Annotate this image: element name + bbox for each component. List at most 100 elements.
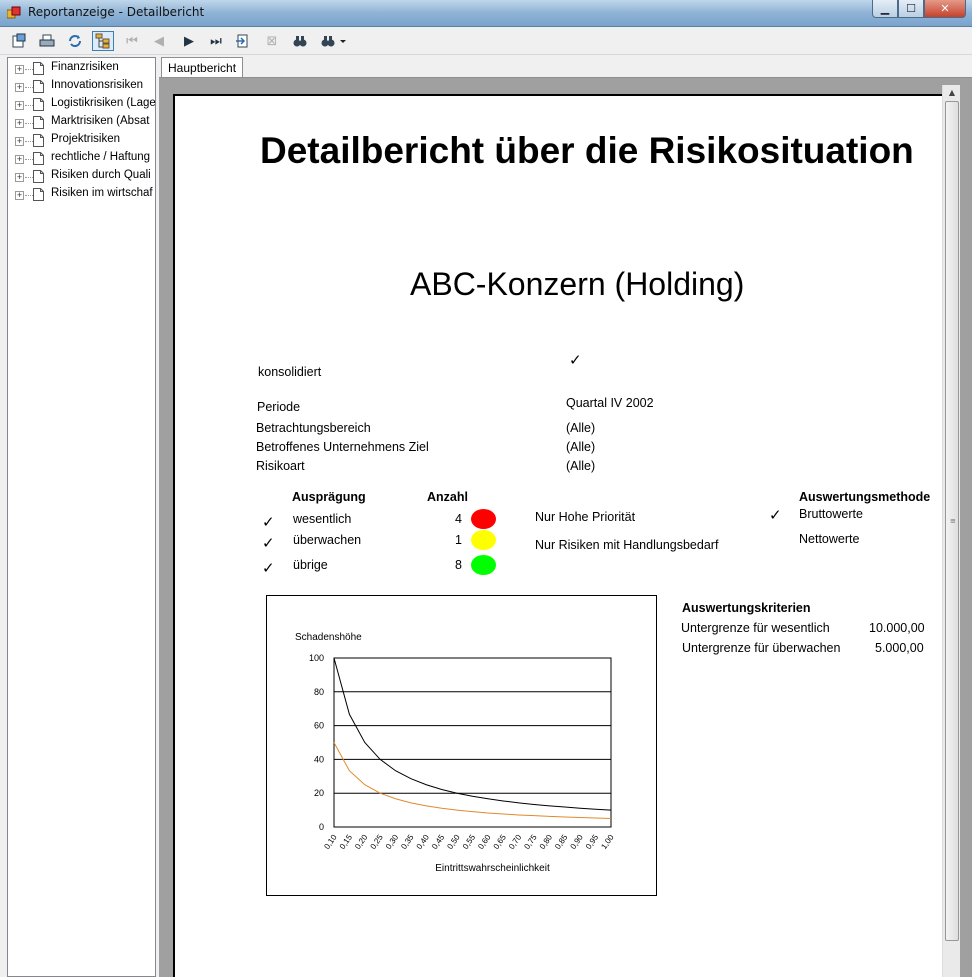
last-page-icon[interactable]: ⏭: [205, 31, 227, 51]
criteria-wesentlich-label: Untergrenze für wesentlich: [681, 621, 830, 635]
x-tick-label: 0,75: [522, 833, 539, 851]
tab-strip: Hauptbericht: [159, 55, 972, 78]
expand-icon[interactable]: +: [15, 100, 24, 110]
tree-item-label: Logistikrisiken (Lage: [51, 97, 156, 109]
risk-chart: 0 20 40 60 80 100 0,10 0,15 0,20 0,25 0,30 0,35 0,40…: [266, 595, 657, 896]
zoom-dropdown-icon[interactable]: [318, 31, 348, 51]
tree-item[interactable]: + Innovationsrisiken: [8, 78, 155, 96]
criteria-ueberwachen-value: 5.000,00: [875, 641, 924, 655]
document-icon: [33, 98, 44, 111]
document-icon: [33, 170, 44, 183]
document-icon: [33, 116, 44, 129]
stop-icon[interactable]: ⊠: [261, 31, 283, 51]
tree-connector: [25, 105, 33, 106]
expand-icon[interactable]: +: [15, 64, 24, 74]
tree-item[interactable]: + Finanzrisiken: [8, 60, 155, 78]
y-tick-label: 100: [309, 653, 324, 663]
tree-item[interactable]: + Risiken im wirtschaf: [8, 186, 155, 204]
expand-icon[interactable]: +: [15, 82, 24, 92]
refresh-icon[interactable]: [64, 31, 86, 51]
document-icon: [33, 62, 44, 75]
param-label: Risikoart: [256, 459, 305, 473]
tree-item[interactable]: + Logistikrisiken (Lage: [8, 96, 156, 114]
x-tick-label: 0,60: [476, 833, 493, 851]
next-page-icon[interactable]: ▶: [178, 31, 200, 51]
minimize-button[interactable]: ▁: [872, 0, 898, 18]
export-icon[interactable]: [8, 31, 30, 51]
tree-item-label: rechtliche / Haftung: [51, 151, 151, 163]
expand-icon[interactable]: +: [15, 118, 24, 128]
document-icon: [33, 134, 44, 147]
tab-hauptbericht[interactable]: Hauptbericht: [161, 57, 244, 78]
vertical-scrollbar[interactable]: ▲ ≡: [942, 85, 960, 977]
toolbar: ⏮ ◀ ▶ ⏭ ⊠: [0, 27, 972, 55]
first-page-icon[interactable]: ⏮: [121, 31, 143, 51]
window-body: ⏮ ◀ ▶ ⏭ ⊠ + Finanzrisiken + Innovationsrisi…: [0, 27, 972, 977]
level-check-icon: ✓: [262, 535, 275, 552]
expand-icon[interactable]: +: [15, 154, 24, 164]
plot-area: [333, 657, 612, 828]
scroll-up-icon[interactable]: ▲: [943, 85, 961, 101]
close-button[interactable]: ✕: [924, 0, 966, 18]
tree-connector: [25, 141, 33, 142]
x-tick-label: 0,40: [415, 833, 432, 851]
tree-connector: [25, 195, 33, 196]
level-count: 1: [455, 533, 462, 547]
report-page: Detailbericht über die Risikosituation A…: [173, 94, 943, 977]
x-tick-label: 0,70: [507, 833, 524, 851]
anzahl-header: Anzahl: [427, 490, 468, 504]
tree-item[interactable]: + Marktrisiken (Absat: [8, 114, 155, 132]
tree-connector: [25, 177, 33, 178]
scroll-thumb[interactable]: ≡: [945, 101, 959, 941]
param-value: Quartal IV 2002: [566, 396, 654, 410]
expand-icon[interactable]: +: [15, 136, 24, 146]
x-tick-label: 0,85: [553, 833, 570, 851]
criteria-header: Auswertungskriterien: [682, 601, 811, 615]
tree-item[interactable]: + rechtliche / Haftung: [8, 150, 155, 168]
report-viewer: Detailbericht über die Risikosituation A…: [159, 77, 972, 977]
find-icon[interactable]: [289, 31, 311, 51]
expand-icon[interactable]: +: [15, 172, 24, 182]
consolidated-label: konsolidiert: [258, 365, 322, 379]
tree-item[interactable]: + Projektrisiken: [8, 132, 155, 150]
print-icon[interactable]: [36, 31, 58, 51]
param-label: Betrachtungsbereich: [256, 421, 371, 435]
x-tick-label: 0,35: [399, 833, 416, 851]
tree-connector: [25, 159, 33, 160]
filter-high-priority: Nur Hohe Priorität: [535, 510, 636, 524]
tree-connector: [25, 87, 33, 88]
x-tick-label: 0,45: [430, 833, 447, 851]
level-count: 4: [455, 512, 462, 526]
level-label: wesentlich: [293, 512, 352, 526]
document-icon: [33, 80, 44, 93]
tree-item-label: Finanzrisiken: [51, 61, 119, 73]
maximize-button[interactable]: ☐: [898, 0, 924, 18]
title-bar: Reportanzeige - Detailbericht ▁ ☐ ✕: [0, 0, 972, 27]
goto-page-icon[interactable]: [232, 31, 254, 51]
param-label: Betroffenes Unternehmens Ziel: [256, 440, 429, 454]
method-check-icon: ✓: [769, 507, 782, 524]
previous-page-icon[interactable]: ◀: [148, 31, 170, 51]
x-tick-label: 0,65: [492, 833, 509, 851]
report-title: Detailbericht über die Risikosituation: [260, 130, 914, 171]
report-tree: + Finanzrisiken + Innovationsrisiken + Logist…: [7, 57, 156, 977]
x-tick-label: 0,80: [538, 833, 555, 851]
y-tick-label: 0: [319, 822, 324, 832]
param-value: (Alle): [566, 459, 596, 473]
level-status-dot: [471, 509, 496, 529]
x-tick-label: 0,10: [322, 833, 339, 851]
x-tick-label: 1,00: [599, 833, 616, 851]
criteria-ueberwachen-label: Untergrenze für überwachen: [682, 641, 841, 655]
y-tick-label: 60: [314, 721, 324, 731]
x-tick-label: 0,55: [461, 833, 478, 851]
method-brutto: Bruttowerte: [799, 507, 863, 521]
consolidated-check-icon: ✓: [569, 352, 582, 369]
level-label: übrige: [293, 558, 328, 572]
tree-item-label: Marktrisiken (Absat: [51, 115, 150, 127]
param-value: (Alle): [566, 440, 596, 454]
tree-item[interactable]: + Risiken durch Quali: [8, 168, 155, 186]
company-name: ABC-Konzern (Holding): [410, 266, 745, 302]
toggle-tree-icon[interactable]: [92, 31, 114, 51]
expand-icon[interactable]: +: [15, 190, 24, 200]
method-netto: Nettowerte: [799, 532, 860, 546]
